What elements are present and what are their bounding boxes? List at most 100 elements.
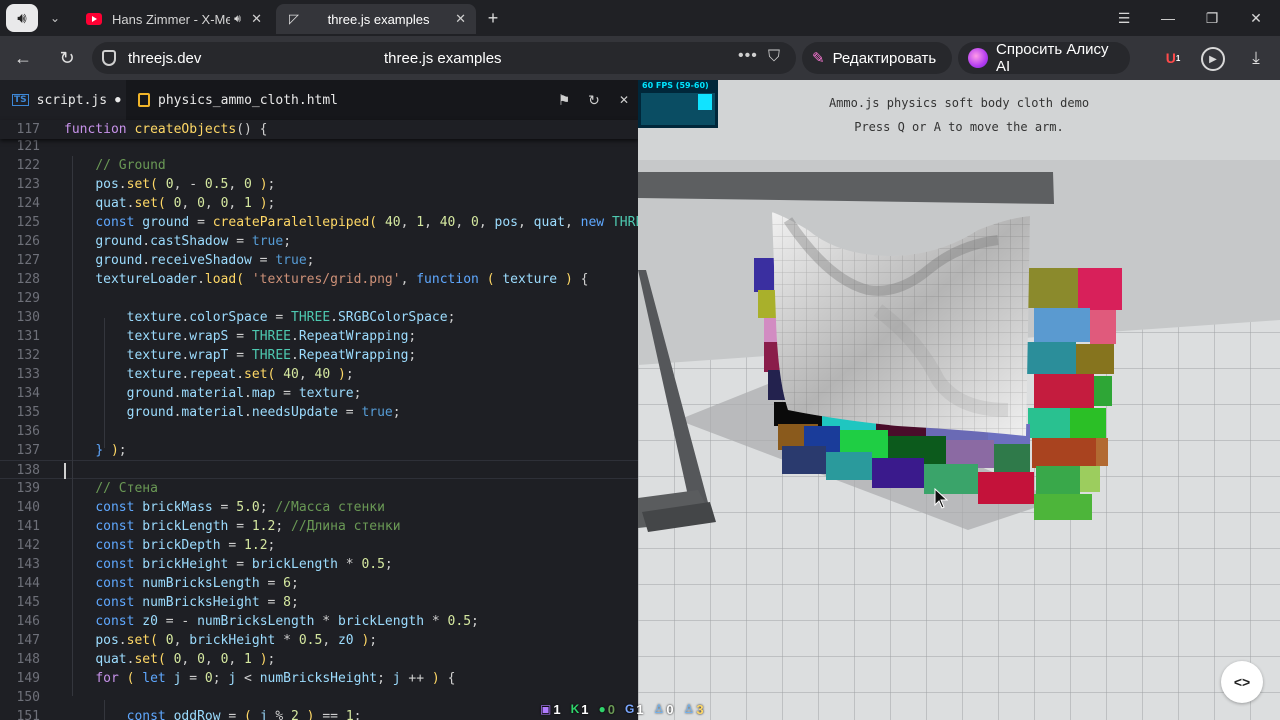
code-token: 40	[384, 215, 401, 230]
code-token: texture	[502, 272, 558, 287]
browser-menu-button[interactable]: 🔊︎	[6, 4, 38, 32]
code-text: const brickMass = 5.0; //Масса стенки	[64, 498, 385, 517]
code-token: )	[251, 177, 268, 192]
close-tab-icon[interactable]: ✕	[455, 11, 466, 27]
editor-tab-physics-ammo-cloth[interactable]: physics_ammo_cloth.html	[126, 80, 366, 120]
code-text: } );	[64, 441, 127, 460]
code-token: THREE	[291, 310, 331, 325]
code-line[interactable]: 135 ground.material.needsUpdate = true;	[0, 403, 638, 422]
code-line[interactable]: 136	[0, 422, 638, 441]
code-line[interactable]: 147 pos.set( 0, brickHeight * 0.5, z0 );	[0, 631, 638, 650]
code-line[interactable]: 126 ground.castShadow = true;	[0, 232, 638, 251]
bookmark-icon[interactable]: ⛉	[768, 48, 780, 66]
code-line[interactable]: 117 function createObjects() {	[0, 120, 638, 139]
code-line[interactable]: 145 const numBricksHeight = 8;	[0, 593, 638, 612]
code-token: RepeatWrapping	[298, 329, 409, 344]
close-tab-icon[interactable]: ✕	[251, 11, 262, 27]
restore-window-icon[interactable]: ❐	[1199, 6, 1225, 30]
ublock-extension-icon[interactable]: U1	[1162, 47, 1184, 69]
minimize-window-icon[interactable]: —	[1155, 6, 1181, 30]
edit-button[interactable]: ✎ Редактировать	[802, 42, 952, 74]
back-arrow-icon[interactable]: ←	[10, 46, 36, 70]
hamburger-menu-icon[interactable]: ☰	[1111, 6, 1137, 30]
code-line[interactable]: 130 texture.colorSpace = THREE.SRGBColor…	[0, 308, 638, 327]
new-tab-plus-icon[interactable]: +	[482, 7, 504, 29]
editor-tab-script-js[interactable]: TS script.js ●	[0, 80, 126, 120]
code-line[interactable]: 125 const ground = createParalellepiped(…	[0, 213, 638, 232]
code-line[interactable]: 140 const brickMass = 5.0; //Масса стенк…	[0, 498, 638, 517]
code-token: {	[447, 671, 456, 686]
view-source-code-button[interactable]: <>	[1221, 661, 1263, 703]
line-number: 142	[16, 538, 40, 553]
code-line[interactable]: 121	[0, 137, 638, 156]
code-token: quat	[95, 196, 127, 211]
code-line[interactable]: 139 // Стена	[0, 479, 638, 498]
code-line[interactable]: 133 texture.repeat.set( 40, 40 );	[0, 365, 638, 384]
code-line[interactable]: 142 const brickDepth = 1.2;	[0, 536, 638, 555]
address-domain[interactable]: threejs.dev	[128, 50, 201, 67]
code-token: material	[181, 386, 245, 401]
code-line[interactable]: 131 texture.wrapS = THREE.RepeatWrapping…	[0, 327, 638, 346]
code-line[interactable]: 143 const brickHeight = brickLength * 0.…	[0, 555, 638, 574]
code-line[interactable]: 129	[0, 289, 638, 308]
media-play-icon[interactable]: ▶	[1201, 47, 1225, 71]
code-line[interactable]: 127 ground.receiveShadow = true;	[0, 251, 638, 270]
code-line[interactable]: 134 ground.material.map = texture;	[0, 384, 638, 403]
audio-playing-icon[interactable]: 🔊︎	[234, 13, 241, 26]
download-icon[interactable]: ⤓	[1245, 47, 1267, 69]
threejs-viewport[interactable]: 60 FPS (59-60) Ammo.js physics soft body…	[638, 80, 1280, 720]
code-token: THREE	[251, 348, 292, 363]
poll-icon: ▣	[540, 702, 552, 716]
code-line[interactable]: 123 pos.set( 0, - 0.5, 0 );	[0, 175, 638, 194]
code-text: ground.castShadow = true;	[64, 232, 291, 251]
code-line[interactable]: 137 } );	[0, 441, 638, 460]
code-text: const brickDepth = 1.2;	[64, 536, 275, 555]
code-token: brickMass	[142, 500, 213, 515]
overlay-stat: ♙ 3	[683, 701, 704, 717]
address-bar[interactable]: threejs.dev three.js examples ••• ⛉	[92, 42, 796, 74]
more-options-icon[interactable]: •••	[738, 47, 758, 65]
code-token: ;	[118, 443, 127, 458]
code-token: =	[228, 557, 252, 572]
code-line[interactable]: 146 const z0 = - numBricksLength * brick…	[0, 612, 638, 631]
ask-alice-button[interactable]: Спросить Алису AI	[958, 41, 1130, 75]
code-token: RepeatWrapping	[298, 348, 409, 363]
reload-icon[interactable]: ↻	[54, 46, 80, 70]
code-line[interactable]: 144 const numBricksLength = 6;	[0, 574, 638, 593]
code-token: .	[330, 310, 338, 325]
tabs-dropdown-chevron-icon[interactable]: ⌄	[44, 8, 66, 28]
code-line[interactable]: 138	[0, 460, 638, 479]
code-token: ;	[408, 329, 417, 344]
close-editor-icon[interactable]: ✕	[614, 90, 634, 110]
code-line[interactable]: 128 textureLoader.load( 'textures/grid.p…	[0, 270, 638, 289]
code-text: // Стена	[64, 479, 158, 498]
tab-threejs-examples[interactable]: ◸ three.js examples ✕	[276, 4, 476, 34]
close-window-icon[interactable]: ✕	[1243, 6, 1269, 30]
code-line[interactable]: 132 texture.wrapT = THREE.RepeatWrapping…	[0, 346, 638, 365]
flag-icon[interactable]: ⚑	[554, 90, 574, 110]
shield-icon[interactable]	[102, 50, 116, 66]
address-page-title[interactable]: three.js examples	[384, 50, 502, 67]
tab-youtube[interactable]: Hans Zimmer - X-Me 🔊︎ ✕	[76, 4, 272, 34]
code-text: quat.set( 0, 0, 0, 1 );	[64, 650, 275, 669]
code-text: texture.wrapS = THREE.RepeatWrapping;	[64, 327, 417, 346]
code-area[interactable]: 117 function createObjects() {121 122 // G…	[0, 120, 638, 720]
overlay-stat: G1	[624, 701, 644, 717]
code-line[interactable]: 149 for ( let j = 0; j < numBricksHeight…	[0, 669, 638, 688]
code-line[interactable]: 124 quat.set( 0, 0, 0, 1 );	[0, 194, 638, 213]
code-token: //Длина стенки	[291, 519, 401, 534]
code-line[interactable]: 141 const brickLength = 1.2; //Длина сте…	[0, 517, 638, 536]
refresh-icon[interactable]: ↻	[584, 90, 604, 110]
code-line[interactable]: 148 quat.set( 0, 0, 0, 1 );	[0, 650, 638, 669]
tab-title: three.js examples	[327, 11, 430, 27]
code-token: ==	[322, 709, 346, 720]
code-token: }	[95, 443, 104, 458]
code-token: , -	[173, 177, 205, 192]
code-line[interactable]: 122 // Ground	[0, 156, 638, 175]
code-token: 2	[291, 709, 299, 720]
